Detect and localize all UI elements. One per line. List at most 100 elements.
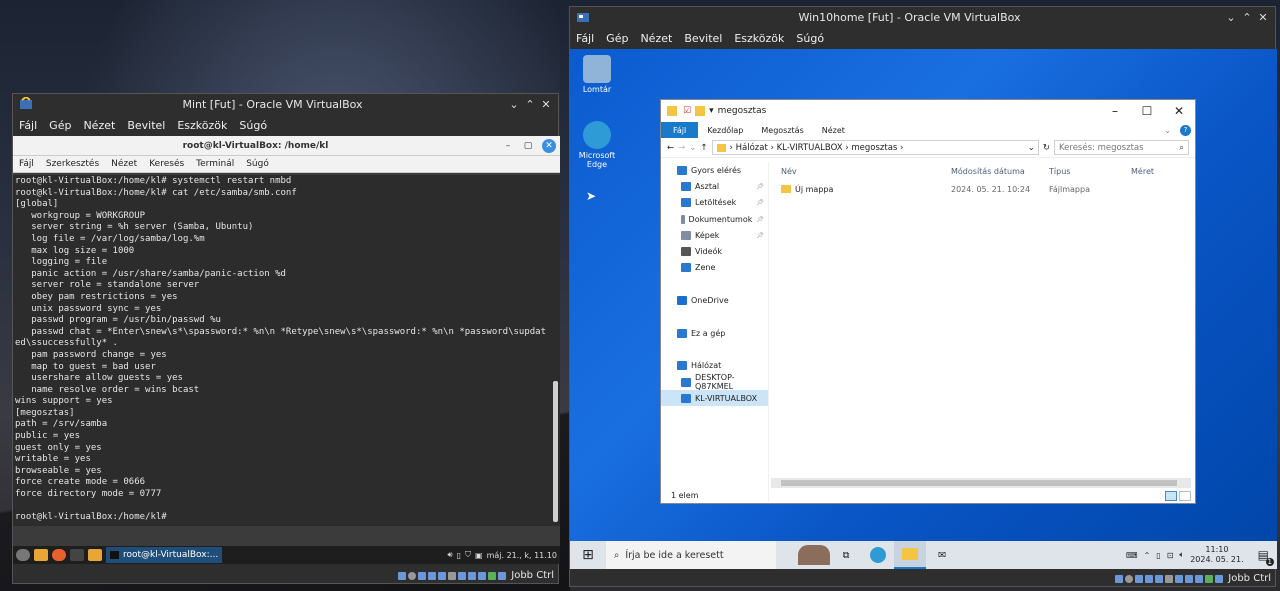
file-list-row[interactable]: Új mappa 2024. 05. 21. 10:24 Fájlmappa <box>771 180 1191 198</box>
column-header-name[interactable]: Név <box>771 167 951 176</box>
desktop-icon-recycle-bin[interactable]: Lomtár <box>572 55 622 94</box>
menu-item-input[interactable]: Bevitel <box>121 119 171 132</box>
explorer-search-input[interactable]: Keresés: megosztas ⌕ <box>1054 140 1189 155</box>
menu-item-input[interactable]: Bevitel <box>678 32 728 45</box>
terminal-menu-terminal[interactable]: Terminál <box>190 159 240 169</box>
status-audio-icon[interactable] <box>418 571 427 580</box>
menu-item-help[interactable]: Súgó <box>233 119 273 132</box>
breadcrumb-megosztas[interactable]: megosztas <box>851 143 897 153</box>
terminal-output[interactable]: root@kl-VirtualBox:/home/kl# systemctl r… <box>13 175 551 526</box>
ribbon-tab-view[interactable]: Nézet <box>813 126 854 135</box>
address-path[interactable]: › Hálózat › KL-VIRTUALBOX › megosztas › … <box>711 140 1039 155</box>
mint-menu-icon[interactable] <box>16 549 30 561</box>
status-cpu-icon[interactable] <box>478 571 487 580</box>
shield-icon[interactable]: ⛉ <box>465 550 471 560</box>
news-widget-icon[interactable] <box>798 541 830 569</box>
nav-item[interactable]: OneDrive <box>661 292 768 308</box>
menu-item-view[interactable]: Nézet <box>634 32 678 45</box>
status-shared-folder-icon[interactable] <box>1165 574 1174 583</box>
maximize-icon[interactable]: ⌃ <box>522 98 538 111</box>
pin-icon[interactable]: 📌︎ <box>756 216 768 223</box>
display-icon[interactable]: ▣ <box>475 551 483 560</box>
close-icon[interactable]: ✕ <box>1255 11 1271 24</box>
status-network-icon[interactable] <box>1145 574 1154 583</box>
volume-icon[interactable]: 🔊︎ <box>448 550 453 560</box>
address-dropdown-icon[interactable]: ⌄ <box>1028 143 1038 153</box>
up-icon[interactable]: ↑ <box>700 143 707 153</box>
pin-icon[interactable]: 📌︎ <box>756 199 768 206</box>
terminal-close-icon[interactable]: ✕ <box>542 138 556 153</box>
pin-icon[interactable]: 📌︎ <box>756 232 768 239</box>
menu-item-machine[interactable]: Gép <box>600 32 634 45</box>
status-optical-icon[interactable] <box>408 571 417 580</box>
back-icon[interactable]: ← <box>667 143 674 153</box>
terminal-menu-file[interactable]: Fájl <box>13 159 40 169</box>
status-keyboard-icon[interactable] <box>498 571 507 580</box>
nav-item[interactable]: Ez a gép <box>661 325 768 341</box>
windows-clock[interactable]: 11:10 2024. 05. 21. <box>1190 545 1243 565</box>
explorer-minimize-icon[interactable]: – <box>1099 104 1131 118</box>
terminal-menu-search[interactable]: Keresés <box>143 159 190 169</box>
ribbon-tab-file[interactable]: Fájl <box>661 122 699 138</box>
column-header-size[interactable]: Méret <box>1131 167 1191 176</box>
ribbon-expand-icon[interactable]: ⌄ <box>1155 126 1180 135</box>
terminal-menu-edit[interactable]: Szerkesztés <box>40 159 105 169</box>
nav-item[interactable]: Hálózat <box>661 358 768 374</box>
status-recording-icon[interactable] <box>468 571 477 580</box>
status-disk-icon[interactable] <box>398 571 407 580</box>
nav-item[interactable]: Asztal 📌︎ <box>661 178 768 194</box>
nav-item[interactable]: Zene <box>661 260 768 276</box>
menu-item-view[interactable]: Nézet <box>77 119 121 132</box>
recent-dropdown-icon[interactable]: ⌄ <box>689 143 696 153</box>
status-mouse-icon[interactable] <box>1205 574 1214 583</box>
edge-taskbar-icon[interactable] <box>862 541 894 569</box>
maximize-icon[interactable]: ⌃ <box>1239 11 1255 24</box>
firefox-launcher-icon[interactable] <box>52 549 66 561</box>
menu-item-devices[interactable]: Eszközök <box>171 119 233 132</box>
pin-icon[interactable]: 📌︎ <box>756 183 768 190</box>
terminal-launcher-icon[interactable] <box>70 549 84 561</box>
desktop-icon-edge[interactable]: Microsoft Edge <box>572 121 622 169</box>
hscrollbar-thumb[interactable] <box>781 480 1177 486</box>
column-header-type[interactable]: Típus <box>1049 167 1131 176</box>
status-keyboard-icon[interactable] <box>1215 574 1224 583</box>
status-display-icon[interactable] <box>458 571 467 580</box>
taskbar-search-box[interactable]: ⌕ Írja be ide a keresett <box>606 541 776 569</box>
terminal-minimize-icon[interactable]: – <box>498 141 518 151</box>
status-disk-icon[interactable] <box>1115 574 1124 583</box>
nav-item[interactable]: DESKTOP-Q87KMEL <box>661 373 768 391</box>
nav-item[interactable]: Dokumentumok 📌︎ <box>661 211 768 227</box>
terminal-scrollbar[interactable] <box>551 175 560 526</box>
mint-clock[interactable]: máj. 21., k, 11.10 <box>487 551 557 560</box>
close-icon[interactable]: ✕ <box>538 98 554 111</box>
status-mouse-icon[interactable] <box>488 571 497 580</box>
status-recording-icon[interactable] <box>1185 574 1194 583</box>
status-optical-icon[interactable] <box>1125 574 1134 583</box>
status-cpu-icon[interactable] <box>1195 574 1204 583</box>
folder-launcher-icon[interactable] <box>88 549 102 561</box>
forward-icon[interactable]: → <box>678 143 685 153</box>
windows-start-icon[interactable]: ⊞ <box>570 547 606 563</box>
nav-item[interactable]: Letöltések 📌︎ <box>661 195 768 211</box>
details-view-icon[interactable] <box>1165 491 1177 501</box>
menu-item-file[interactable]: Fájl <box>13 119 43 132</box>
nav-item[interactable]: Képek 📌︎ <box>661 227 768 243</box>
clipboard-icon[interactable]: ▯ <box>457 551 461 560</box>
volume-icon[interactable]: 🔈︎ <box>1179 550 1184 560</box>
menu-item-help[interactable]: Súgó <box>790 32 830 45</box>
column-header-date[interactable]: Módosítás dátuma <box>951 167 1049 176</box>
help-icon[interactable]: ? <box>1180 124 1191 136</box>
breadcrumb-kl-virtualbox[interactable]: KL-VIRTUALBOX <box>777 143 843 153</box>
notification-icon[interactable]: ▤ 1 <box>1258 548 1274 566</box>
nav-item[interactable]: Videók <box>661 243 768 259</box>
show-hidden-icons-icon[interactable]: ⌃ <box>1144 551 1151 560</box>
new-folder-icon[interactable] <box>695 106 706 116</box>
nav-item[interactable]: Gyors elérés <box>661 162 768 178</box>
large-icons-view-icon[interactable] <box>1179 491 1191 501</box>
file-explorer-taskbar-icon[interactable] <box>894 541 926 569</box>
ribbon-tab-share[interactable]: Megosztás <box>752 126 812 135</box>
status-usb-icon[interactable] <box>1155 574 1164 583</box>
properties-icon[interactable]: ☑ <box>683 106 691 116</box>
network-icon[interactable]: ⊡ <box>1167 551 1174 560</box>
ribbon-tab-home[interactable]: Kezdőlap <box>698 126 752 135</box>
